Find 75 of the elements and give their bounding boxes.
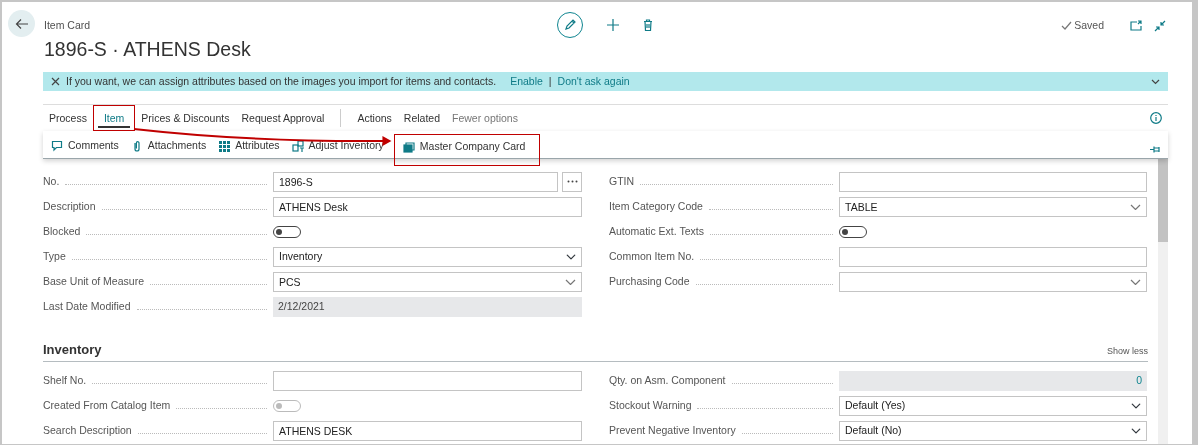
pin-icon[interactable] <box>1149 145 1162 154</box>
toggle-link[interactable]: Fewer options <box>446 108 524 128</box>
popout-icon[interactable] <box>1130 20 1142 32</box>
pencil-icon <box>564 19 576 31</box>
scrollbar-thumb[interactable] <box>1158 159 1168 242</box>
chevron-down-icon[interactable] <box>1151 78 1160 85</box>
text-field[interactable]: ATHENS DESK <box>273 420 582 441</box>
section-title: Inventory <box>43 342 102 358</box>
stacked-cards-icon <box>402 140 416 154</box>
page-title: 1896-S · ATHENS Desk <box>44 38 251 62</box>
action-tab[interactable]: Related <box>397 108 446 128</box>
field-label: No. <box>43 173 60 189</box>
field-label: Base Unit of Measure <box>43 273 144 289</box>
action-tab[interactable]: Process <box>43 108 93 128</box>
text-field[interactable] <box>839 246 1147 267</box>
back-arrow-icon <box>14 17 29 30</box>
edit-button[interactable] <box>557 12 583 38</box>
chevron-down-icon[interactable] <box>565 278 576 285</box>
action-tab[interactable]: Actions <box>351 108 398 128</box>
show-less-link[interactable]: Show less <box>1106 344 1148 358</box>
text-field[interactable] <box>839 171 1147 192</box>
link-separator: | <box>548 73 552 89</box>
field-label: Prevent Negative Inventory <box>609 422 736 438</box>
field-label: Shelf No. <box>43 372 87 388</box>
breadcrumb: Item Card <box>44 18 91 33</box>
combo-field[interactable]: TABLE <box>839 196 1147 217</box>
back-button[interactable] <box>8 10 35 37</box>
field-label: Created From Catalog Item <box>43 397 171 413</box>
check-icon <box>1061 21 1073 31</box>
action-button[interactable]: Attributes <box>216 138 282 154</box>
action-button[interactable]: Comments <box>49 138 121 154</box>
action-button[interactable]: Attachments <box>128 138 209 154</box>
field-label: Stockout Warning <box>609 397 692 413</box>
boxes-icon <box>291 139 305 153</box>
chevron-down-icon[interactable] <box>1130 278 1141 285</box>
text-field[interactable]: ATHENS Desk <box>273 196 582 217</box>
trash-icon[interactable] <box>643 19 653 31</box>
dropdown-field[interactable]: Default (Yes) <box>839 395 1147 416</box>
info-icon[interactable] <box>1150 112 1162 124</box>
field-label: GTIN <box>609 173 635 189</box>
field-label: Automatic Ext. Texts <box>609 223 704 239</box>
text-field[interactable] <box>273 370 582 391</box>
field-label: Description <box>43 198 96 214</box>
readonly-field: 0 <box>839 370 1147 391</box>
action-tab[interactable]: Prices & Discounts <box>135 108 236 128</box>
notification-message: If you want, we can assign attributes based on the images you import for items and contacts. <box>66 73 497 89</box>
field-label: Common Item No. <box>609 248 695 264</box>
field-label: Type <box>43 248 66 264</box>
readonly-field: 2/12/2021 <box>273 296 582 317</box>
combo-field[interactable] <box>839 271 1147 292</box>
collapse-icon[interactable] <box>1154 19 1166 32</box>
field-label: Blocked <box>43 223 81 239</box>
action-button[interactable]: Master Company Card <box>400 139 528 155</box>
dropdown-field[interactable]: Inventory <box>273 246 582 267</box>
scrollbar[interactable] <box>1158 159 1168 444</box>
action-tab[interactable]: Request Approval <box>235 108 331 128</box>
field-label: Last Date Modified <box>43 298 131 314</box>
chevron-down-icon[interactable] <box>1130 203 1141 210</box>
dropdown-field[interactable]: Default (No) <box>839 420 1147 441</box>
close-icon[interactable] <box>51 77 60 86</box>
action-button[interactable]: Adjust Inventory <box>289 138 386 154</box>
text-field[interactable]: 1896-S <box>273 171 558 192</box>
add-icon[interactable] <box>607 19 619 31</box>
field-label: Search Description <box>43 422 132 438</box>
save-status: Saved <box>1074 18 1104 33</box>
comment-icon <box>51 139 64 153</box>
field-label: Item Category Code <box>609 198 703 214</box>
notification-link[interactable]: Enable <box>510 73 543 90</box>
ellipsis-icon <box>566 180 578 183</box>
combo-field[interactable]: PCS <box>273 271 582 292</box>
notification-link[interactable]: Don't ask again <box>557 73 630 90</box>
action-tab[interactable]: Item <box>97 108 131 128</box>
field-label: Qty. on Asm. Component <box>609 372 726 388</box>
field-label: Purchasing Code <box>609 273 690 289</box>
grid-icon <box>218 139 232 153</box>
